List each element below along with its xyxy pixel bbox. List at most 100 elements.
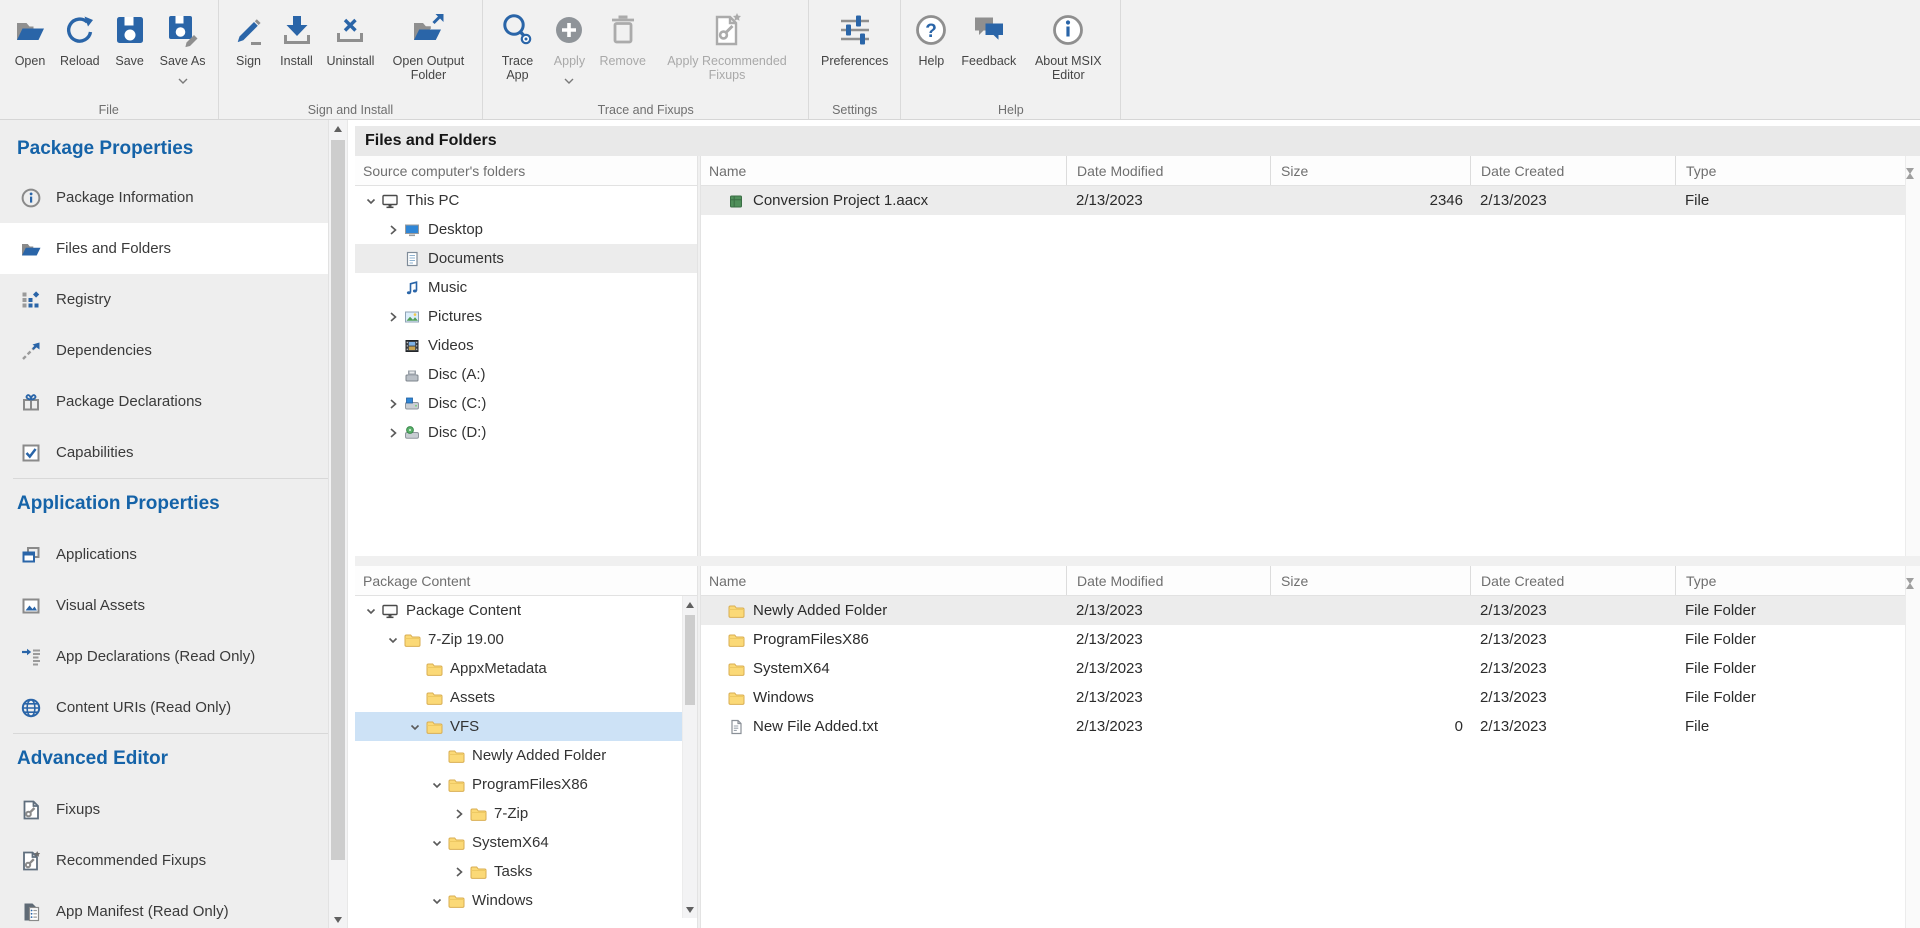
chevron-right-icon[interactable] — [449, 862, 469, 882]
toolbar-button-apply-recommended-fixups[interactable]: Apply Recommended Fixups — [652, 8, 802, 82]
chevron-right-icon[interactable] — [383, 307, 403, 327]
cell-date-created: 2/13/2023 — [1470, 689, 1675, 706]
column-header-date-created[interactable]: Date Created — [1470, 566, 1675, 595]
tree-node-appxmetadata[interactable]: AppxMetadata — [355, 654, 697, 683]
toolbar-button-install[interactable]: Install — [273, 8, 321, 68]
chevron-down-icon[interactable] — [427, 775, 447, 795]
column-header-date-modified[interactable]: Date Modified — [1066, 156, 1270, 185]
toolbar-button-remove[interactable]: Remove — [593, 8, 652, 68]
sidebar-item-recommended-fixups[interactable]: Recommended Fixups — [0, 835, 328, 886]
videos-icon — [403, 337, 421, 355]
toolbar-button-sign[interactable]: Sign — [225, 8, 273, 68]
chevron-down-icon[interactable] — [361, 191, 381, 211]
tree-node-package-content[interactable]: Package Content — [355, 596, 697, 625]
tree-node-documents[interactable]: Documents — [355, 244, 697, 273]
scroll-down-button[interactable] — [683, 901, 697, 918]
tree-node-assets[interactable]: Assets — [355, 683, 697, 712]
sidebar-item-capabilities[interactable]: Capabilities — [0, 427, 328, 478]
tree-node-vfs[interactable]: VFS — [355, 712, 697, 741]
toolbar-button-save[interactable]: Save — [106, 8, 154, 68]
sidebar-item-content-uris-read-only[interactable]: Content URIs (Read Only) — [0, 682, 328, 733]
tree-node-newly-added-folder[interactable]: Newly Added Folder — [355, 741, 697, 770]
sidebar-item-app-declarations-read-only[interactable]: App Declarations (Read Only) — [0, 631, 328, 682]
sidebar-item-package-declarations[interactable]: Package Declarations — [0, 376, 328, 427]
scroll-up-button[interactable] — [329, 120, 347, 137]
toolbar-button-feedback[interactable]: Feedback — [955, 8, 1022, 68]
sidebar-item-app-manifest-read-only[interactable]: App Manifest (Read Only) — [0, 886, 328, 928]
chevron-right-icon[interactable] — [383, 394, 403, 414]
tree-node-disc-c[interactable]: Disc (C:) — [355, 389, 697, 418]
scroll-down-button[interactable] — [1906, 174, 1920, 192]
tree-node-systemx64[interactable]: SystemX64 — [355, 828, 697, 857]
chevron-down-icon[interactable] — [405, 717, 425, 737]
scrollbar-thumb[interactable] — [685, 615, 695, 705]
file-row-new-file-added-txt[interactable]: New File Added.txt2/13/202302/13/2023Fil… — [701, 712, 1905, 741]
chevron-down-icon[interactable] — [427, 833, 447, 853]
tree-node-7-zip-19-00[interactable]: 7-Zip 19.00 — [355, 625, 697, 654]
package-files-column-headers: NameDate ModifiedSizeDate CreatedType — [701, 566, 1905, 596]
tree-node-7-zip[interactable]: 7-Zip — [355, 799, 697, 828]
tree-node-this-pc[interactable]: This PC — [355, 186, 697, 215]
source-files-scrollbar[interactable] — [1905, 156, 1920, 556]
chevron-down-icon[interactable] — [383, 630, 403, 650]
sidebar-item-fixups[interactable]: Fixups — [0, 784, 328, 835]
tree-node-music[interactable]: Music — [355, 273, 697, 302]
toolbar-button-help[interactable]: ?Help — [907, 8, 955, 68]
tree-node-disc-a[interactable]: Disc (A:) — [355, 360, 697, 389]
column-header-name[interactable]: Name — [701, 566, 1066, 595]
chevron-down-icon[interactable] — [564, 71, 574, 89]
tree-node-programfilesx86[interactable]: ProgramFilesX86 — [355, 770, 697, 799]
sidebar-item-files-and-folders[interactable]: Files and Folders — [0, 223, 328, 274]
toolbar-button-trace-app[interactable]: Trace App — [489, 8, 545, 82]
column-header-size[interactable]: Size — [1270, 156, 1470, 185]
chevron-down-icon[interactable] — [361, 601, 381, 621]
chevron-right-icon[interactable] — [383, 423, 403, 443]
toolbar-button-apply[interactable]: Apply — [545, 8, 593, 89]
sidebar-item-visual-assets[interactable]: Visual Assets — [0, 580, 328, 631]
toolbar-button-preferences[interactable]: Preferences — [815, 8, 894, 68]
toolbar-button-label: Feedback — [961, 54, 1016, 68]
tree-node-desktop[interactable]: Desktop — [355, 215, 697, 244]
horizontal-splitter[interactable] — [355, 556, 1920, 566]
scroll-down-button[interactable] — [1906, 584, 1920, 602]
column-header-date-modified[interactable]: Date Modified — [1066, 566, 1270, 595]
chevron-right-icon[interactable] — [449, 804, 469, 824]
file-row-programfilesx86[interactable]: ProgramFilesX862/13/20232/13/2023File Fo… — [701, 625, 1905, 654]
tree-node-tasks[interactable]: Tasks — [355, 857, 697, 886]
chevron-down-icon[interactable] — [427, 891, 447, 911]
sidebar-item-registry[interactable]: Registry — [0, 274, 328, 325]
reload-icon — [62, 8, 98, 52]
sidebar-item-applications[interactable]: Applications — [0, 529, 328, 580]
column-header-name[interactable]: Name — [701, 156, 1066, 185]
tree-node-pictures[interactable]: Pictures — [355, 302, 697, 331]
toolbar-button-reload[interactable]: Reload — [54, 8, 106, 68]
toolbar-button-open-output-folder[interactable]: Open Output Folder — [380, 8, 476, 82]
tree-node-disc-d[interactable]: Disc (D:) — [355, 418, 697, 447]
toolbar-button-save-as[interactable]: Save As — [154, 8, 212, 89]
toolbar-button-about-msix-editor[interactable]: About MSIX Editor — [1022, 8, 1114, 82]
toolbar-button-uninstall[interactable]: Uninstall — [321, 8, 381, 68]
file-row-systemx64[interactable]: SystemX642/13/20232/13/2023File Folder — [701, 654, 1905, 683]
column-header-type[interactable]: Type — [1675, 156, 1905, 185]
column-header-size[interactable]: Size — [1270, 566, 1470, 595]
column-header-date-created[interactable]: Date Created — [1470, 156, 1675, 185]
scroll-up-button[interactable] — [683, 596, 697, 613]
tree-node-videos[interactable]: Videos — [355, 331, 697, 360]
apply-icon — [551, 8, 587, 52]
file-row-newly-added-folder[interactable]: Newly Added Folder2/13/20232/13/2023File… — [701, 596, 1905, 625]
sidebar-item-package-information[interactable]: Package Information — [0, 172, 328, 223]
chevron-right-icon[interactable] — [383, 220, 403, 240]
file-row-conversion-project-1-aacx[interactable]: Conversion Project 1.aacx2/13/202323462/… — [701, 186, 1905, 215]
file-row-windows[interactable]: Windows2/13/20232/13/2023File Folder — [701, 683, 1905, 712]
column-header-type[interactable]: Type — [1675, 566, 1905, 595]
toolbar-button-open[interactable]: Open — [6, 8, 54, 68]
package-files-scrollbar[interactable] — [1905, 566, 1920, 928]
package-tree-scrollbar[interactable] — [682, 596, 697, 918]
scroll-down-button[interactable] — [329, 911, 347, 928]
tree-node-windows[interactable]: Windows — [355, 886, 697, 915]
sidebar-scrollbar[interactable] — [328, 120, 348, 928]
chevron-down-icon[interactable] — [178, 71, 188, 89]
scrollbar-thumb[interactable] — [331, 140, 345, 860]
arrow-up-icon — [686, 602, 694, 608]
sidebar-item-dependencies[interactable]: Dependencies — [0, 325, 328, 376]
